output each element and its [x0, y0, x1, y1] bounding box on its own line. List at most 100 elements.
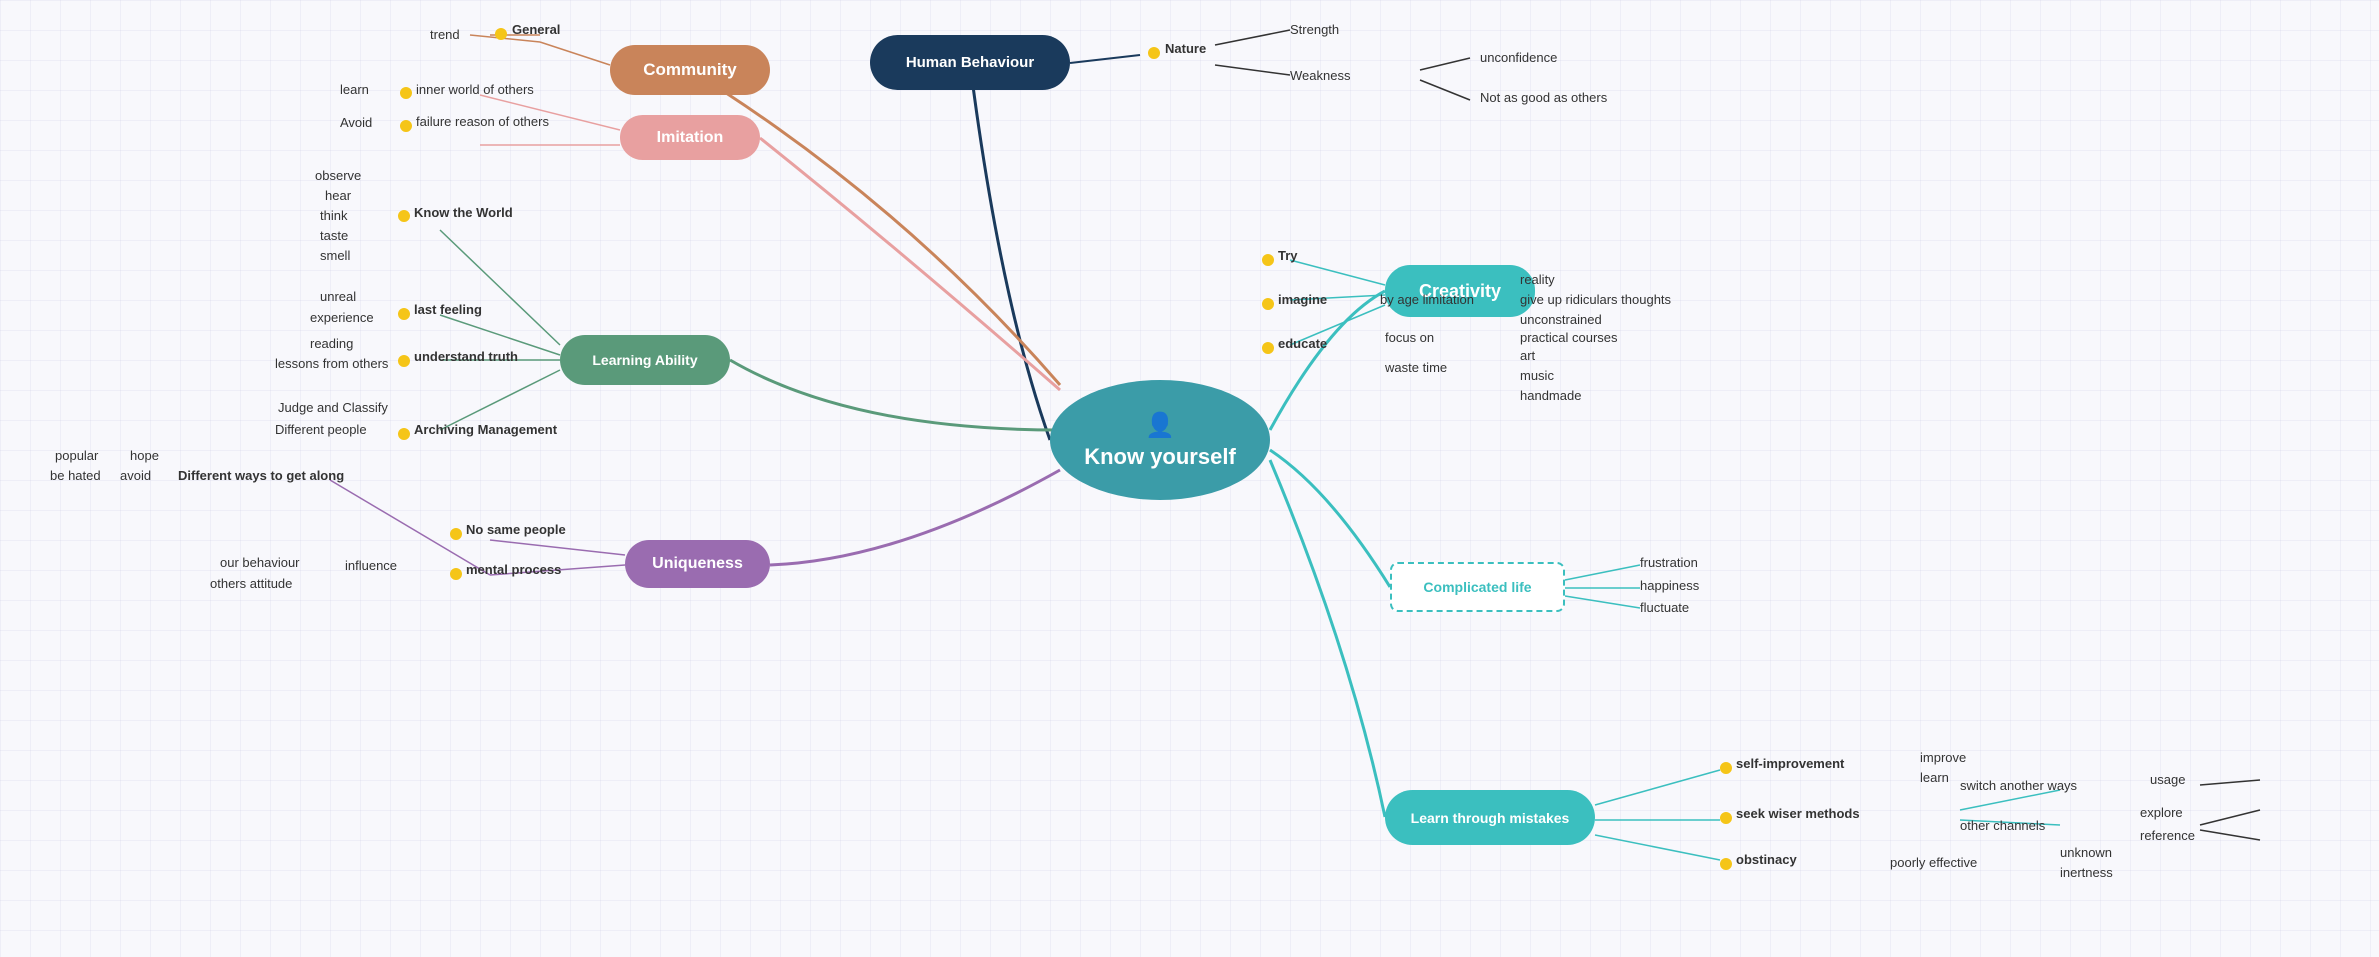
give-up-label: give up ridiculars thoughts [1520, 292, 1671, 307]
creativity-node: Creativity [1385, 265, 1535, 317]
try-label: Try [1278, 248, 1298, 263]
reading-label: reading [310, 336, 353, 351]
imitation-node: Imitation [620, 115, 760, 160]
inner-world-bullet [400, 87, 412, 99]
no-same-bullet [450, 528, 462, 540]
avoid-ways-label: avoid [120, 468, 151, 483]
complicated-life-label: Complicated life [1423, 579, 1531, 595]
focus-on-label: focus on [1385, 330, 1434, 345]
strength-label: Strength [1290, 22, 1339, 37]
educate-bullet [1262, 342, 1274, 354]
understand-truth-bullet [398, 355, 410, 367]
other-channels-label: other channels [1960, 818, 2045, 833]
inner-world-label: inner world of others [416, 82, 534, 97]
learning-ability-node: Learning Ability [560, 335, 730, 385]
learn-imitation-label: learn [340, 82, 369, 97]
experience-label: experience [310, 310, 374, 325]
not-as-good-label: Not as good as others [1480, 90, 1607, 105]
observe-label: observe [315, 168, 361, 183]
poorly-effective-label: poorly effective [1890, 855, 1977, 870]
mental-process-bullet [450, 568, 462, 580]
switch-another-label: switch another ways [1960, 778, 2077, 793]
different-people-label: Different people [275, 422, 367, 437]
others-attitude-label: others attitude [210, 576, 292, 591]
person-icon: 👤 [1145, 411, 1175, 440]
nature-label: Nature [1165, 41, 1206, 56]
understand-truth-label: understand truth [414, 349, 518, 364]
inertness-label: inertness [2060, 865, 2113, 880]
reality-label: reality [1520, 272, 1555, 287]
last-feeling-label: last feeling [414, 302, 482, 317]
waste-time-label: waste time [1385, 360, 1447, 375]
failure-bullet [400, 120, 412, 132]
different-ways-label: Different ways to get along [178, 468, 344, 483]
usage-label: usage [2150, 772, 2185, 787]
complicated-life-node: Complicated life [1390, 562, 1565, 612]
weakness-label: Weakness [1290, 68, 1350, 83]
smell-label: smell [320, 248, 350, 263]
art-label: art [1520, 348, 1535, 363]
learn-through-mistakes-label: Learn through mistakes [1411, 810, 1570, 826]
nature-bullet [1148, 47, 1160, 59]
failure-reason-label: failure reason of others [416, 114, 549, 129]
last-feeling-bullet [398, 308, 410, 320]
obstinacy-bullet [1720, 858, 1732, 870]
uniqueness-label: Uniqueness [652, 555, 743, 573]
judge-classify-label: Judge and Classify [278, 400, 388, 415]
handmade-label: handmade [1520, 388, 1581, 403]
avoid-imitation-label: Avoid [340, 115, 372, 130]
know-world-bullet [398, 210, 410, 222]
influence-label: influence [345, 558, 397, 573]
unconstrained-label: unconstrained [1520, 312, 1602, 327]
practical-courses-label: practical courses [1520, 330, 1618, 345]
no-same-label: No same people [466, 522, 566, 537]
learn-si-label: learn [1920, 770, 1949, 785]
happiness-label: happiness [1640, 578, 1699, 593]
human-behaviour-node: Human Behaviour [870, 35, 1070, 90]
uniqueness-node: Uniqueness [625, 540, 770, 588]
general-bullet [495, 28, 507, 40]
popular-label: popular [55, 448, 98, 463]
hear-label: hear [325, 188, 351, 203]
our-behaviour-label: our behaviour [220, 555, 300, 570]
mind-map: 👤 Know yourself Human Behaviour Nature S… [0, 0, 2379, 957]
hope-label: hope [130, 448, 159, 463]
imitation-label: Imitation [657, 129, 724, 147]
unconfidence-label: unconfidence [1480, 50, 1557, 65]
center-label: Know yourself [1084, 444, 1236, 470]
taste-label: taste [320, 228, 348, 243]
be-hated-label: be hated [50, 468, 101, 483]
lessons-others-label: lessons from others [275, 356, 388, 371]
music-label: music [1520, 368, 1554, 383]
community-label: Community [643, 60, 737, 80]
learning-ability-label: Learning Ability [592, 352, 697, 368]
community-node: Community [610, 45, 770, 95]
seek-wiser-label: seek wiser methods [1736, 806, 1860, 821]
obstinacy-label: obstinacy [1736, 852, 1797, 867]
archiving-label: Archiving Management [414, 422, 557, 437]
seek-wiser-bullet [1720, 812, 1732, 824]
self-improvement-label: self-improvement [1736, 756, 1844, 771]
imagine-label: imagine [1278, 292, 1327, 307]
know-world-label: Know the World [414, 205, 513, 220]
try-bullet [1262, 254, 1274, 266]
improve-label: improve [1920, 750, 1966, 765]
explore-label: explore [2140, 805, 2183, 820]
think-label: think [320, 208, 347, 223]
by-age-label: by age limitation [1380, 292, 1474, 307]
general-label: General [512, 22, 560, 37]
archiving-bullet [398, 428, 410, 440]
imagine-bullet [1262, 298, 1274, 310]
educate-label: educate [1278, 336, 1327, 351]
human-behaviour-label: Human Behaviour [906, 54, 1034, 71]
unreal-label: unreal [320, 289, 356, 304]
reference-label: reference [2140, 828, 2195, 843]
trend-label: trend [430, 27, 460, 42]
fluctuate-label: fluctuate [1640, 600, 1689, 615]
mental-process-label: mental process [466, 562, 561, 577]
self-improvement-bullet [1720, 762, 1732, 774]
center-node: 👤 Know yourself [1050, 380, 1270, 500]
unknown-label: unknown [2060, 845, 2112, 860]
frustration-label: frustration [1640, 555, 1698, 570]
learn-through-mistakes-node: Learn through mistakes [1385, 790, 1595, 845]
